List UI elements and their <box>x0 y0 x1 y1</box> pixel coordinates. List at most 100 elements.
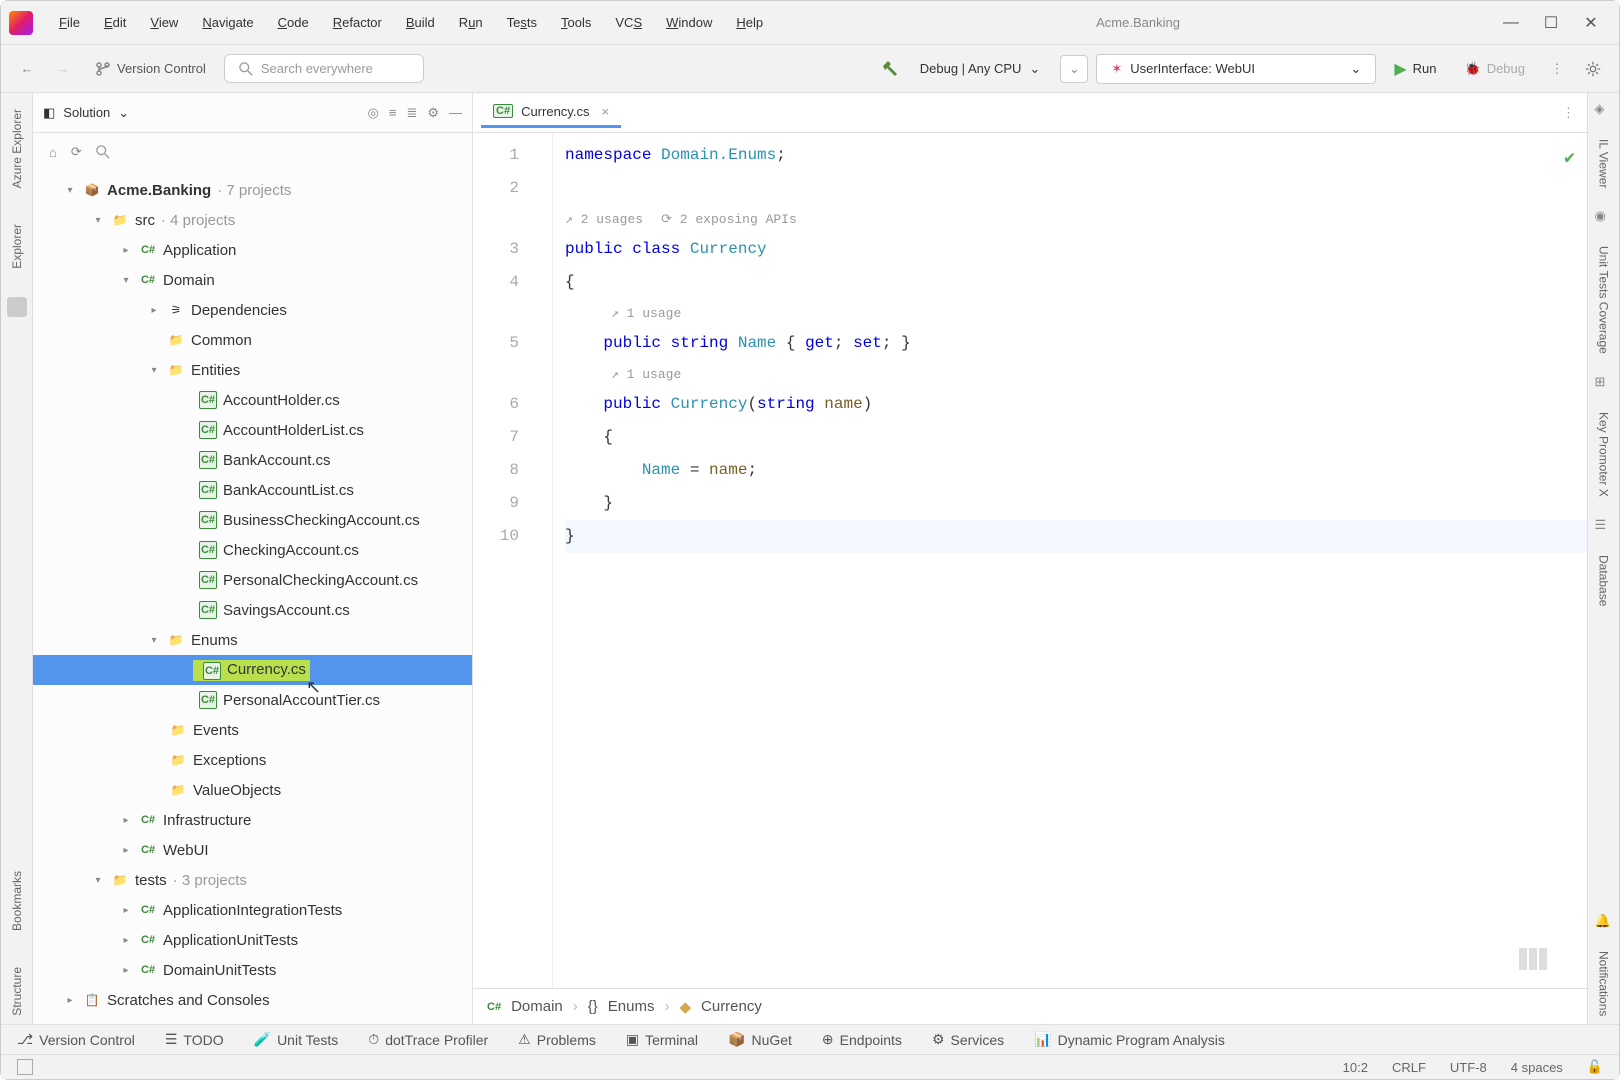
maximize-button[interactable]: ☐ <box>1543 15 1559 31</box>
tool-version-control[interactable]: ⎇Version Control <box>17 1031 135 1048</box>
tool-problems[interactable]: ⚠Problems <box>518 1031 596 1048</box>
home-icon[interactable]: ⌂ <box>49 145 57 160</box>
rail-icon[interactable]: ◈ <box>1595 101 1613 119</box>
tree-tests-folder[interactable]: ▾📁tests· 3 projects <box>33 865 472 895</box>
tree-scratches[interactable]: ▸📋Scratches and Consoles <box>33 985 472 1015</box>
tool-endpoints[interactable]: ⊕Endpoints <box>822 1031 902 1048</box>
rail-notifications[interactable]: Notifications <box>1593 943 1615 1024</box>
rail-explorer[interactable]: Explorer <box>6 216 28 277</box>
hide-icon[interactable]: — <box>449 105 462 121</box>
menu-view[interactable]: View <box>140 11 188 34</box>
tool-dpa[interactable]: 📊Dynamic Program Analysis <box>1034 1031 1225 1048</box>
debug-button[interactable]: 🐞 Debug <box>1455 57 1536 81</box>
build-icon[interactable] <box>880 59 900 79</box>
code-editor[interactable]: 1 2 3 4 5 6 7 8 9 10 namespace Domain.En… <box>473 133 1587 988</box>
tab-more-button[interactable]: ⋮ <box>1562 105 1575 121</box>
tree-folder-common[interactable]: 📁Common <box>33 325 472 355</box>
tree-file[interactable]: C#CheckingAccount.cs <box>33 535 472 565</box>
menu-code[interactable]: Code <box>268 11 319 34</box>
tool-services[interactable]: ⚙Services <box>932 1031 1004 1048</box>
status-readonly-icon[interactable]: 🔓 <box>1587 1059 1603 1075</box>
menu-tools[interactable]: Tools <box>551 11 601 34</box>
tree-file[interactable]: C#AccountHolderList.cs <box>33 415 472 445</box>
tree-file[interactable]: C#BankAccountList.cs <box>33 475 472 505</box>
menu-vcs[interactable]: VCS <box>605 11 652 34</box>
rail-bookmarks[interactable]: Bookmarks <box>6 863 28 939</box>
tree-project-webui[interactable]: ▸C#WebUI <box>33 835 472 865</box>
tree-project[interactable]: ▸C#DomainUnitTests <box>33 955 472 985</box>
rail-icon[interactable] <box>7 297 27 317</box>
status-encoding[interactable]: UTF-8 <box>1450 1060 1487 1075</box>
settings-button[interactable] <box>1579 55 1607 83</box>
tree-project[interactable]: ▸C#ApplicationUnitTests <box>33 925 472 955</box>
expand-icon[interactable]: ≣ <box>406 105 417 121</box>
tab-currency[interactable]: C# Currency.cs × <box>481 98 621 128</box>
inspection-ok-icon[interactable]: ✔ <box>1564 143 1575 176</box>
tree-project[interactable]: ▸C#ApplicationIntegrationTests <box>33 895 472 925</box>
tree-folder-events[interactable]: 📁Events <box>33 715 472 745</box>
menu-navigate[interactable]: Navigate <box>192 11 263 34</box>
tree-file[interactable]: C#PersonalAccountTier.cs <box>33 685 472 715</box>
menu-refactor[interactable]: Refactor <box>323 11 392 34</box>
tree-dependencies[interactable]: ▸⚞Dependencies <box>33 295 472 325</box>
solution-title[interactable]: Solution <box>63 105 110 120</box>
nav-forward-button[interactable]: → <box>49 55 77 83</box>
tree-project-domain[interactable]: ▾C#Domain <box>33 265 472 295</box>
tree-folder-valueobjects[interactable]: 📁ValueObjects <box>33 775 472 805</box>
menu-build[interactable]: Build <box>396 11 445 34</box>
minimize-button[interactable]: — <box>1503 15 1519 31</box>
search-everywhere[interactable]: Search everywhere <box>224 54 424 83</box>
database-icon[interactable]: ☰ <box>1595 517 1613 535</box>
tree-project-infrastructure[interactable]: ▸C#Infrastructure <box>33 805 472 835</box>
fold-gutter[interactable] <box>533 133 553 988</box>
tree-src-folder[interactable]: ▾📁src· 4 projects <box>33 205 472 235</box>
tree-file-currency[interactable]: C#Currency.cs <box>33 655 472 685</box>
menu-tests[interactable]: Tests <box>497 11 547 34</box>
sync-icon[interactable]: ⟳ <box>71 144 82 160</box>
breadcrumb-domain[interactable]: Domain <box>511 998 563 1015</box>
rail-coverage[interactable]: Unit Tests Coverage <box>1593 238 1615 362</box>
breadcrumb-enums[interactable]: Enums <box>608 998 655 1015</box>
tree-folder-enums[interactable]: ▾📁Enums <box>33 625 472 655</box>
close-tab-button[interactable]: × <box>601 104 609 119</box>
collapse-icon[interactable]: ≡ <box>389 105 397 121</box>
tree-file[interactable]: C#PersonalCheckingAccount.cs <box>33 565 472 595</box>
tree-project-application[interactable]: ▸C#Application <box>33 235 472 265</box>
status-indent[interactable]: 4 spaces <box>1511 1060 1563 1075</box>
tree-file[interactable]: C#BankAccount.cs <box>33 445 472 475</box>
version-control-button[interactable]: Version Control <box>85 57 216 81</box>
code-content[interactable]: namespace Domain.Enums; ↗ 2 usages⟳ 2 ex… <box>553 133 1587 988</box>
search-icon[interactable] <box>96 145 110 159</box>
status-cursor-pos[interactable]: 10:2 <box>1343 1060 1368 1075</box>
menu-run[interactable]: Run <box>449 11 493 34</box>
rail-azure-explorer[interactable]: Azure Explorer <box>6 101 28 196</box>
build-config-select[interactable]: Debug | Any CPU ⌄ <box>908 57 1053 81</box>
locate-icon[interactable]: ◎ <box>368 105 379 121</box>
tool-todo[interactable]: ☰TODO <box>165 1031 224 1048</box>
tool-terminal[interactable]: ▣Terminal <box>626 1031 698 1048</box>
tool-dottrace[interactable]: ⏱dotTrace Profiler <box>368 1031 488 1048</box>
rail-database[interactable]: Database <box>1593 547 1615 614</box>
settings-icon[interactable]: ⚙ <box>427 105 439 121</box>
rail-ilviewer[interactable]: IL Viewer <box>1593 131 1615 196</box>
run-config-select[interactable]: ✶ UserInterface: WebUI ⌄ <box>1096 54 1376 84</box>
solution-tree[interactable]: ▾📦Acme.Banking· 7 projects ▾📁src· 4 proj… <box>33 171 472 1024</box>
chevron-down-icon[interactable]: ⌄ <box>118 105 129 121</box>
breadcrumb-currency[interactable]: Currency <box>701 998 762 1015</box>
tree-file[interactable]: C#BusinessCheckingAccount.cs <box>33 505 472 535</box>
status-line-sep[interactable]: CRLF <box>1392 1060 1426 1075</box>
tree-folder-entities[interactable]: ▾📁Entities <box>33 355 472 385</box>
status-left-icon[interactable] <box>17 1059 33 1075</box>
bell-icon[interactable]: 🔔 <box>1595 913 1613 931</box>
tool-unit-tests[interactable]: 🧪Unit Tests <box>254 1031 339 1048</box>
tree-solution-root[interactable]: ▾📦Acme.Banking· 7 projects <box>33 175 472 205</box>
nav-back-button[interactable]: ← <box>13 55 41 83</box>
close-button[interactable]: ✕ <box>1583 15 1599 31</box>
rail-icon[interactable]: ⊞ <box>1595 374 1613 392</box>
tool-nuget[interactable]: 📦NuGet <box>728 1031 792 1048</box>
menu-window[interactable]: Window <box>656 11 722 34</box>
menu-file[interactable]: File <box>49 11 90 34</box>
menu-help[interactable]: Help <box>726 11 773 34</box>
rail-icon[interactable]: ◉ <box>1595 208 1613 226</box>
rail-keypromoter[interactable]: Key Promoter X <box>1593 404 1615 505</box>
